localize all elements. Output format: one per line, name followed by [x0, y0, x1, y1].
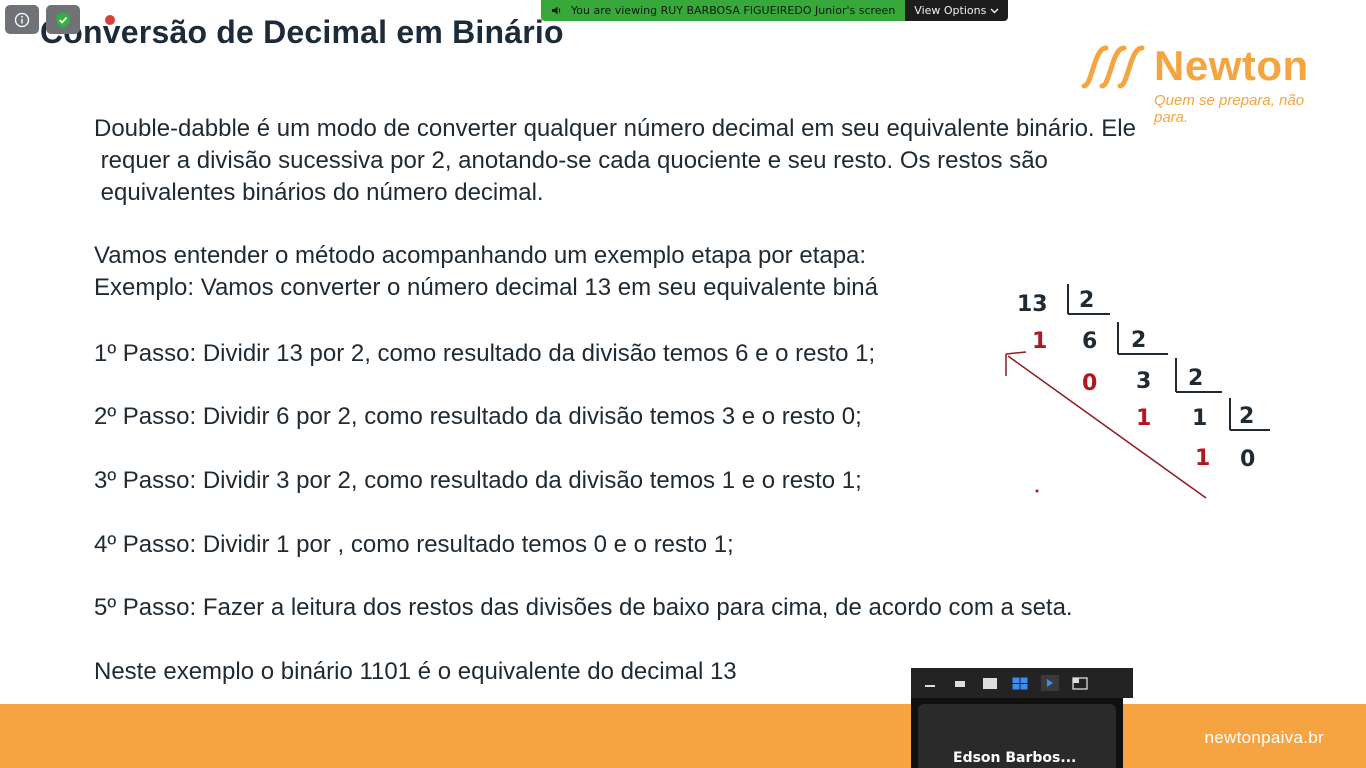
- meeting-info-button[interactable]: [5, 5, 39, 34]
- dividend-6: 6: [1082, 329, 1097, 354]
- speaker-icon: [552, 6, 561, 15]
- info-icon: [14, 12, 30, 27]
- dividend-0: 0: [1240, 447, 1255, 472]
- hide-video-button[interactable]: [951, 675, 969, 691]
- encryption-button[interactable]: [46, 5, 80, 34]
- step-5: 5º Passo: Fazer a leitura dos restos das…: [94, 594, 1073, 621]
- paragraph-line-2: requer a divisão sucessiva por 2, anotan…: [94, 147, 1048, 174]
- remainder-1: 1: [1032, 329, 1047, 354]
- footer-band: newtonpaiva.br: [0, 704, 1366, 768]
- layout-icon: [1072, 676, 1088, 690]
- newton-logo-mark-icon: [1081, 45, 1145, 89]
- dividend-13: 13: [1017, 292, 1048, 317]
- minimize-video-button[interactable]: [921, 675, 939, 691]
- restore-icon: [955, 681, 965, 687]
- slide-title: Conversão de Decimal em Binário: [40, 14, 564, 50]
- screen-share-banner: You are viewing RUY BARBOSA FIGUEIREDO J…: [541, 0, 1009, 21]
- divisor-2: 2: [1131, 328, 1146, 353]
- paragraph-line-3: equivalentes binários do número decimal.: [94, 179, 544, 206]
- conclusion-line: Neste exemplo o binário 1101 é o equival…: [94, 658, 737, 685]
- remainder-4: 1: [1195, 446, 1210, 471]
- recording-indicator: [104, 14, 116, 26]
- logo-tagline: Quem se prepara, não para.: [1154, 92, 1305, 126]
- footer-url: newtonpaiva.br: [1204, 728, 1324, 747]
- video-panel-toolbar: [911, 668, 1133, 698]
- logo-wordmark: Newton: [1154, 42, 1309, 89]
- square-icon: [983, 677, 997, 689]
- paragraph-line-1: Double-dabble é um modo de converter qua…: [94, 115, 1136, 142]
- divisor-3: 2: [1188, 366, 1203, 391]
- view-options-label: View Options: [914, 4, 987, 17]
- participant-video-panel[interactable]: Edson Barbos...: [911, 698, 1123, 768]
- arrow-right-icon: [1047, 679, 1053, 687]
- reading-arrow-head-icon: [1005, 351, 1027, 376]
- dividend-3: 3: [1136, 369, 1151, 394]
- step-1: 1º Passo: Dividir 13 por 2, como resulta…: [94, 340, 876, 367]
- minimize-icon: [925, 685, 935, 687]
- example-line: Exemplo: Vamos converter o número decima…: [94, 274, 878, 301]
- banner-info: You are viewing RUY BARBOSA FIGUEIREDO J…: [541, 0, 906, 21]
- divisor-4: 2: [1239, 404, 1254, 429]
- banner-text: You are viewing RUY BARBOSA FIGUEIREDO J…: [571, 4, 896, 17]
- chevron-down-icon: [990, 8, 999, 13]
- shield-check-icon: [56, 12, 70, 28]
- step-4: 4º Passo: Dividir 1 por , como resultado…: [94, 531, 734, 558]
- speaker-view-button[interactable]: [981, 675, 999, 691]
- layout-button[interactable]: [1071, 675, 1089, 691]
- gallery-view-button[interactable]: [1011, 675, 1029, 691]
- remainder-2: 0: [1082, 371, 1097, 396]
- remainder-3: 1: [1136, 406, 1151, 431]
- intro-line: Vamos entender o método acompanhando um …: [94, 242, 867, 269]
- gallery-grid-icon: [1012, 677, 1028, 689]
- view-options-button[interactable]: View Options: [905, 0, 1009, 21]
- newton-logo: Newton Quem se prepara, não para.: [1076, 38, 1336, 126]
- divisor-1: 2: [1079, 288, 1094, 313]
- step-2: 2º Passo: Dividir 6 por 2, como resultad…: [94, 403, 862, 430]
- step-3: 3º Passo: Dividir 3 por 2, como resultad…: [94, 467, 862, 494]
- division-diagram: 13 2 1 6 2 0 3 2 1 1 2 1 0: [1005, 284, 1270, 499]
- next-page-button[interactable]: [1041, 675, 1059, 691]
- participant-name: Edson Barbos...: [953, 750, 1077, 766]
- dividend-1: 1: [1192, 406, 1207, 431]
- shared-slide: Conversão de Decimal em Binário Newton Q…: [0, 0, 1366, 768]
